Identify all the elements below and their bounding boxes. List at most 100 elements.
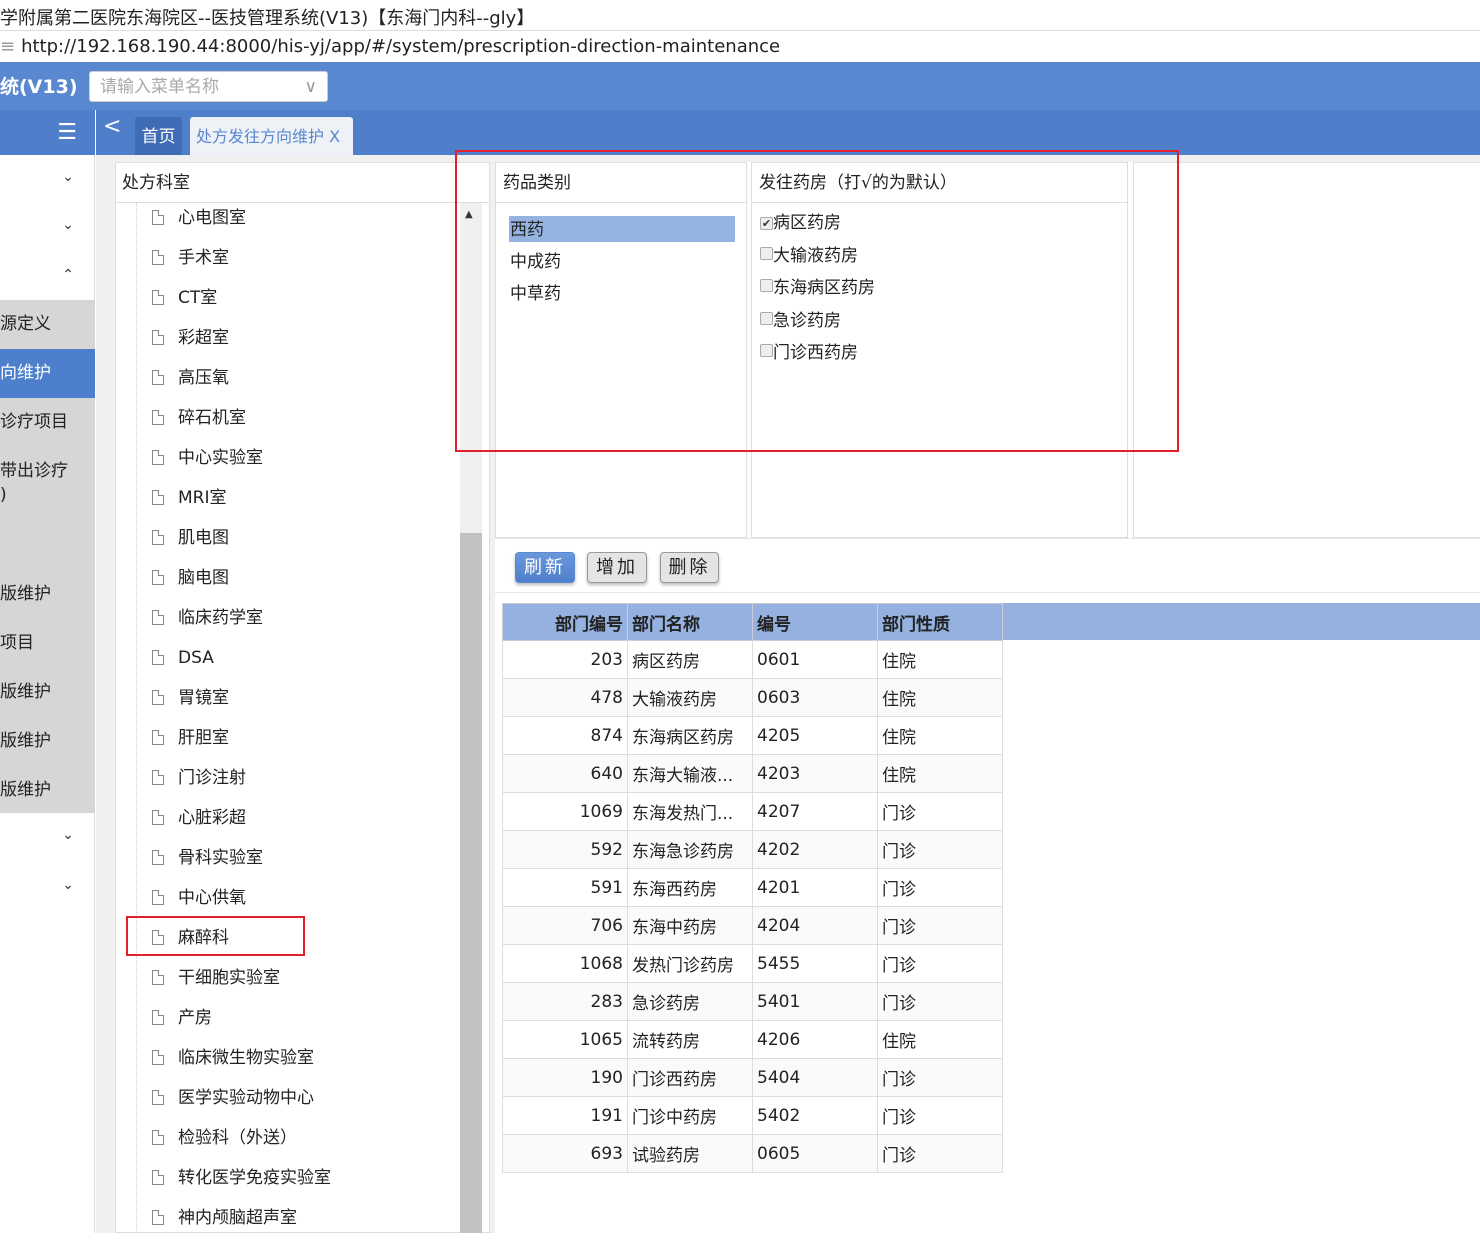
tree-item-label: 医学实验动物中心 (178, 1088, 314, 1108)
url-text[interactable]: http://192.168.190.44:8000/his-yj/app/#/… (21, 36, 780, 57)
column-header[interactable]: 部门编号 (502, 603, 628, 641)
tree-item[interactable]: 中心实验室 (152, 445, 263, 485)
tree-item[interactable]: 临床药学室 (152, 605, 263, 645)
table-row[interactable]: 478 大输液药房 0603 住院 (502, 678, 1003, 717)
table-cell: 住院 (877, 640, 1003, 679)
table-cell: 急诊药房 (627, 982, 753, 1021)
sidebar-item[interactable]: 版维护 (0, 570, 95, 619)
table-cell: 4201 (752, 868, 878, 907)
tab-prescription-direction[interactable]: 处方发往方向维护 X (190, 117, 353, 155)
sidebar-toggle-icon[interactable]: ☰ (0, 110, 95, 155)
table-cell: 4205 (752, 716, 878, 755)
table-row[interactable]: 283 急诊药房 5401 门诊 (502, 982, 1003, 1021)
menu-search-input[interactable]: 请输入菜单名称 ∨ (89, 71, 328, 102)
document-icon (152, 690, 164, 705)
sidebar-item[interactable]: 版维护 (0, 717, 95, 766)
dept-tree-title: 处方科室 (116, 163, 489, 203)
document-icon (152, 970, 164, 985)
tree-item[interactable]: 转化医学免疫实验室 (152, 1165, 331, 1205)
sidebar-item[interactable]: 带出诊疗 ) (0, 447, 95, 507)
table-cell: 东海中药房 (627, 906, 753, 945)
table-row[interactable]: 203 病区药房 0601 住院 (502, 640, 1003, 679)
delete-button[interactable]: 删除 (660, 552, 719, 583)
tree-item[interactable]: 胃镜室 (152, 685, 229, 725)
add-button[interactable]: 增加 (587, 552, 647, 583)
tree-item[interactable]: 心脏彩超 (152, 805, 246, 845)
column-header[interactable]: 部门性质 (877, 603, 1003, 641)
tree-item[interactable]: 脑电图 (152, 565, 229, 605)
tree-item[interactable]: 检验科（外送） (152, 1125, 297, 1165)
table-row[interactable]: 1068 发热门诊药房 5455 门诊 (502, 944, 1003, 983)
sidebar-item-active[interactable]: 向维护 (0, 349, 95, 398)
table-row[interactable]: 190 门诊西药房 5404 门诊 (502, 1058, 1003, 1097)
column-header[interactable]: 部门名称 (627, 603, 753, 641)
table-cell: 门诊 (877, 1134, 1003, 1173)
address-bar[interactable]: ≡ http://192.168.190.44:8000/his-yj/app/#… (0, 31, 1480, 62)
tree-item[interactable]: 高压氧 (152, 365, 229, 405)
tree-item[interactable]: 彩超室 (152, 325, 229, 365)
tree-item[interactable]: 临床微生物实验室 (152, 1045, 314, 1085)
document-icon (152, 1010, 164, 1025)
table-row[interactable]: 693 试验药房 0605 门诊 (502, 1134, 1003, 1173)
document-icon (152, 450, 164, 465)
table-row[interactable]: 1065 流转药房 4206 住院 (502, 1020, 1003, 1059)
tree-item[interactable]: 手术室 (152, 245, 229, 285)
chevron-up-icon[interactable]: ⌃ (62, 267, 74, 283)
tree-item[interactable]: CT室 (152, 285, 217, 325)
sidebar-item[interactable]: 项目 (0, 619, 95, 668)
tree-item[interactable]: 肝胆室 (152, 725, 229, 765)
chevron-down-icon[interactable]: ⌄ (62, 217, 74, 233)
document-icon (152, 330, 164, 345)
table-cell: 0601 (752, 640, 878, 679)
tree-item[interactable]: 神内颅脑超声室 (152, 1205, 297, 1245)
document-icon (152, 290, 164, 305)
tree-item[interactable]: 心电图室 (152, 205, 246, 245)
table-row[interactable]: 874 东海病区药房 4205 住院 (502, 716, 1003, 755)
table-row[interactable]: 640 东海大输液... 4203 住院 (502, 754, 1003, 793)
sidebar-item[interactable]: 源定义 (0, 300, 95, 349)
chevron-down-icon[interactable]: ⌄ (62, 827, 74, 843)
table-cell: 病区药房 (627, 640, 753, 679)
tab-bar: ☰ < 首页 处方发往方向维护 X (0, 110, 1480, 155)
table-row[interactable]: 191 门诊中药房 5402 门诊 (502, 1096, 1003, 1135)
tree-item-label: 碎石机室 (178, 408, 246, 428)
table-cell: 大输液药房 (627, 678, 753, 717)
table-row[interactable]: 706 东海中药房 4204 门诊 (502, 906, 1003, 945)
table-row[interactable]: 592 东海急诊药房 4202 门诊 (502, 830, 1003, 869)
table-cell: 874 (502, 716, 628, 755)
tree-item[interactable]: 门诊注射 (152, 765, 246, 805)
table-row[interactable]: 1069 东海发热门... 4207 门诊 (502, 792, 1003, 831)
tree-item[interactable]: 产房 (152, 1005, 212, 1045)
document-icon (152, 530, 164, 545)
sidebar-item[interactable]: 诊疗项目 (0, 398, 95, 447)
tree-item-label: 临床药学室 (178, 608, 263, 628)
chevron-down-icon[interactable]: ∨ (305, 72, 317, 102)
table-cell: 门诊 (877, 1058, 1003, 1097)
tree-item[interactable]: 干细胞实验室 (152, 965, 280, 1005)
scrollbar-thumb[interactable] (460, 533, 482, 1233)
tab-scroll-left-icon[interactable]: < (103, 114, 121, 139)
tab-home[interactable]: 首页 (135, 117, 182, 155)
table-cell: 东海病区药房 (627, 716, 753, 755)
table-row[interactable]: 591 东海西药房 4201 门诊 (502, 868, 1003, 907)
table-cell: 4207 (752, 792, 878, 831)
table-cell: 1065 (502, 1020, 628, 1059)
tree-item[interactable]: 肌电图 (152, 525, 229, 565)
sidebar-item[interactable]: 版维护 (0, 766, 95, 815)
refresh-button[interactable]: 刷新 (515, 552, 575, 583)
tree-item[interactable]: 医学实验动物中心 (152, 1085, 314, 1125)
table-cell: 191 (502, 1096, 628, 1135)
chevron-down-icon[interactable]: ⌄ (62, 877, 74, 893)
column-header[interactable]: 编号 (752, 603, 878, 641)
chevron-down-icon[interactable]: ⌄ (62, 169, 74, 185)
app-header: 统(V13) 请输入菜单名称 ∨ (0, 62, 1480, 110)
tree-item[interactable]: 骨科实验室 (152, 845, 263, 885)
tree-item[interactable]: DSA (152, 645, 214, 685)
dept-tree-panel: 处方科室 心电图室 手术室 CT室 彩超室 高压氧碎石机室中心实验室 MRI室 肌电图 脑电图… (115, 162, 490, 1233)
table-cell: 5404 (752, 1058, 878, 1097)
sidebar-item[interactable]: 版维护 (0, 668, 95, 717)
tree-item[interactable]: 碎石机室 (152, 405, 246, 445)
tree-item[interactable]: MRI室 (152, 485, 227, 525)
divider (495, 538, 1480, 539)
tree-item-label: 检验科（外送） (178, 1128, 297, 1148)
